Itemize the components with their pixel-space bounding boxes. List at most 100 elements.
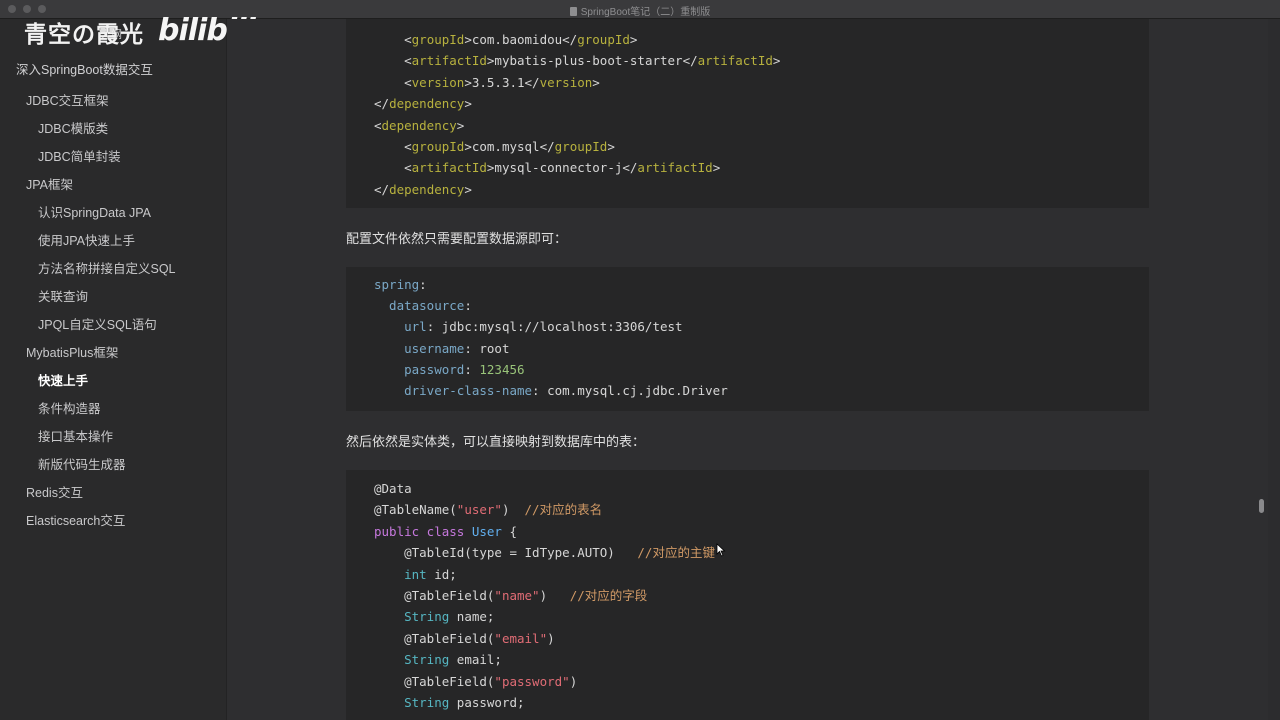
code-block-yaml: spring: datasource: url: jdbc:mysql://lo…	[346, 267, 1149, 411]
code-token: artifactId	[637, 160, 713, 176]
code-line: String name;	[374, 608, 494, 626]
code-token: <	[374, 139, 412, 154]
outline-item[interactable]: JPQL自定义SQL语句	[0, 311, 226, 339]
code-line: @TableField("email")	[374, 630, 555, 648]
code-token: 123456	[479, 361, 525, 377]
code-token: <	[374, 74, 412, 90]
code-token: >3.5.3.1</	[464, 74, 540, 90]
code-token: >	[607, 139, 615, 154]
code-line: <artifactId>mysql-connector-j</artifactI…	[374, 159, 720, 177]
code-token: "email"	[494, 630, 548, 646]
outline-item[interactable]: 使用JPA快速上手	[0, 227, 226, 255]
code-token: >mybatis-plus-boot-starter</	[486, 53, 698, 69]
code-token: dependency	[389, 181, 465, 197]
code-token: password;	[449, 695, 525, 710]
code-token: version	[411, 74, 465, 90]
code-line: datasource:	[374, 297, 472, 315]
outline-item[interactable]: 快速上手	[0, 367, 226, 395]
code-line: <artifactId>mybatis-plus-boot-starter</a…	[374, 52, 780, 70]
code-token: {	[501, 523, 518, 539]
code-token: :	[464, 298, 472, 314]
code-token: >com.baomidou</	[464, 32, 578, 47]
outline-item[interactable]: 认识SpringData JPA	[0, 199, 226, 227]
code-token: )	[569, 673, 578, 689]
outline-item[interactable]: 关联查询	[0, 283, 226, 311]
code-token: @TableName(	[374, 502, 457, 518]
outline-item[interactable]: JDBC交互框架	[0, 87, 226, 115]
code-token: )	[539, 588, 570, 603]
code-token: >	[464, 96, 472, 112]
code-token: : com.mysql.cj.jdbc.Driver	[532, 383, 728, 398]
outline-item[interactable]: JDBC模版类	[0, 115, 226, 143]
code-token: String	[404, 609, 450, 625]
code-token: >	[464, 181, 472, 197]
outline-item[interactable]: JDBC简单封装	[0, 143, 226, 171]
code-token: spring	[374, 277, 420, 292]
vertical-scrollbar[interactable]	[1259, 499, 1264, 513]
code-token: "password"	[494, 673, 570, 689]
outline-item[interactable]: JPA框架	[0, 171, 226, 199]
code-token: @TableField(	[374, 588, 495, 603]
code-line: driver-class-name: com.mysql.cj.jdbc.Dri…	[374, 382, 728, 400]
code-token: >mysql-connector-j</	[486, 160, 638, 176]
code-line: @TableId(type = IdType.AUTO) //对应的主键	[374, 544, 715, 562]
code-token: version	[539, 74, 593, 90]
code-token: <	[374, 160, 412, 176]
code-token: @TableId(type = IdType.AUTO)	[374, 545, 638, 561]
watermark-channel: 青空の霞光	[24, 22, 144, 48]
code-token: :	[419, 277, 427, 292]
outline-sidebar: 大纲 深入SpringBoot数据交互 JDBC交互框架 JDBC模版类 JDBC简…	[0, 19, 227, 720]
code-token: int	[404, 566, 427, 582]
code-token: //对应的表名	[524, 502, 603, 518]
code-token: String	[404, 695, 450, 710]
code-line: String email;	[374, 651, 502, 669]
code-token: @Data	[374, 481, 412, 496]
code-token: email;	[449, 652, 502, 668]
code-token: "user"	[456, 502, 502, 518]
code-token: : jdbc:mysql://localhost:3306/test	[426, 319, 683, 335]
code-token: groupId	[411, 32, 465, 47]
code-token: @TableField(	[374, 673, 495, 689]
code-token: groupId	[411, 139, 465, 154]
outline-item-root[interactable]: 深入SpringBoot数据交互	[16, 59, 153, 78]
code-line: <version>3.5.3.1</version>	[374, 74, 600, 92]
code-token: dependency	[389, 96, 465, 112]
outline-item[interactable]: 新版代码生成器	[0, 451, 226, 479]
code-token: : root	[464, 340, 510, 356]
code-token: User	[471, 523, 502, 539]
document-icon	[569, 7, 577, 16]
code-line: spring:	[374, 276, 427, 294]
code-token: >	[592, 74, 600, 90]
code-token: id;	[426, 566, 457, 582]
code-token: artifactId	[411, 160, 487, 176]
code-line: </dependency>	[374, 181, 472, 199]
paragraph-entity: 然后依然是实体类，可以直接映射到数据库中的表：	[346, 434, 646, 449]
code-line: @TableField("password")	[374, 673, 577, 691]
code-token: driver-class-name	[374, 383, 533, 398]
code-line: @TableField("name") //对应的字段	[374, 587, 647, 605]
code-token: @TableField(	[374, 630, 495, 646]
code-token: >	[629, 32, 638, 47]
code-line: <dependency>	[374, 117, 464, 135]
code-token: //对应的字段	[569, 588, 648, 603]
code-line: String password;	[374, 694, 525, 712]
code-block-java: @Data @TableName("user") //对应的表名 public cl…	[346, 470, 1149, 720]
outline-item[interactable]: Elasticsearch交互	[0, 507, 226, 535]
code-line: public class User {	[374, 523, 517, 541]
outline-item[interactable]: 条件构造器	[0, 395, 226, 423]
code-line: @TableName("user") //对应的表名	[374, 501, 602, 519]
code-line: @Data	[374, 480, 412, 498]
code-token: public class	[374, 523, 472, 539]
outline-item[interactable]: Redis交互	[0, 479, 226, 507]
outline-item[interactable]: 方法名称拼接自定义SQL	[0, 255, 226, 283]
code-token: <	[374, 53, 412, 69]
code-token: artifactId	[411, 53, 487, 69]
code-block-maven: <groupId>com.baomidou</groupId> <artifac…	[346, 19, 1149, 208]
outline-item[interactable]: 接口基本操作	[0, 423, 226, 451]
outline-item[interactable]: MybatisPlus框架	[0, 339, 226, 367]
code-token: "name"	[494, 588, 540, 603]
code-line: username: root	[374, 340, 509, 358]
code-token: </	[374, 181, 390, 197]
